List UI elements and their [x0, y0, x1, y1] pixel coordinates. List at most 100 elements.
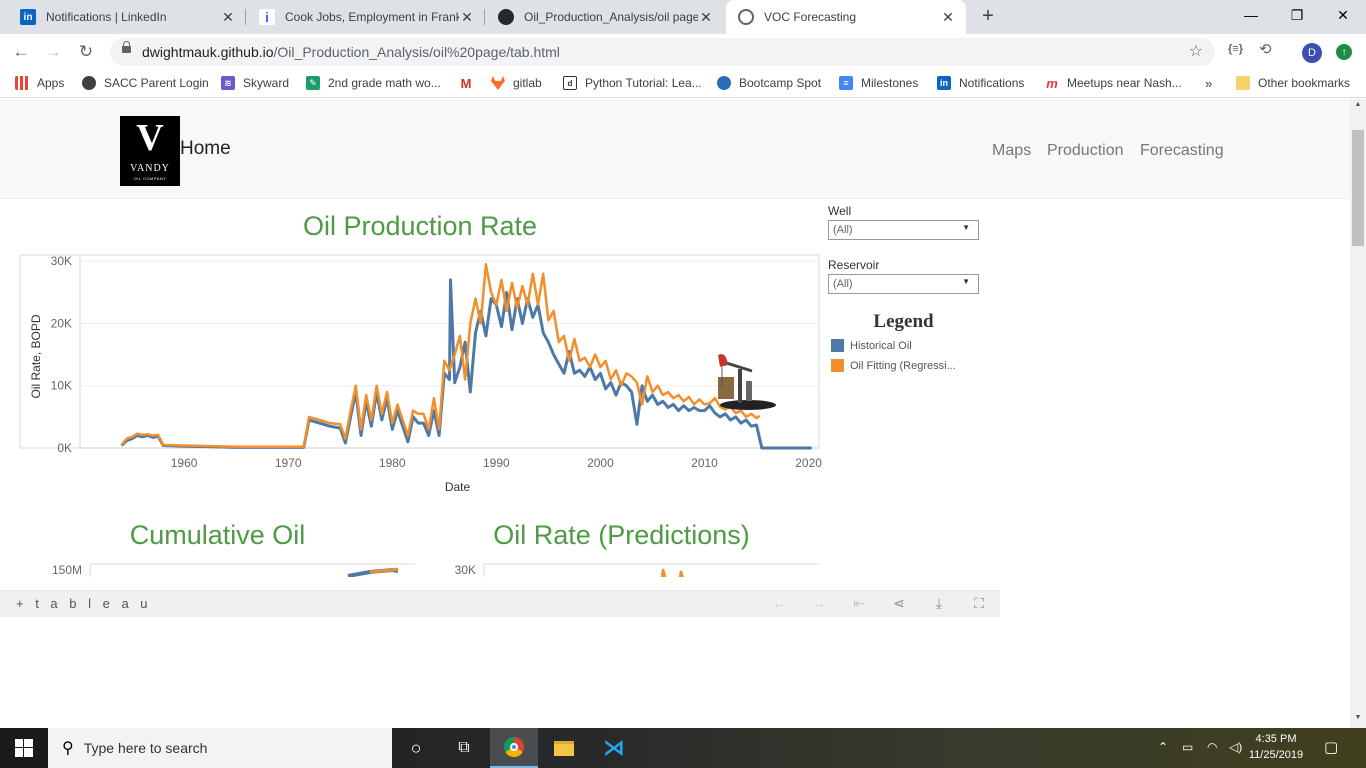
revert-button[interactable]: ⇤ — [849, 595, 869, 613]
bookmark-meetups[interactable]: m Meetups near Nash... — [1045, 75, 1182, 91]
task-view-icon[interactable]: ⧉ — [440, 728, 488, 768]
new-tab-button[interactable]: + — [976, 5, 1000, 28]
url-host: dwightmauk.github.io — [142, 44, 274, 60]
bookmark-star-icon[interactable]: ☆ — [1189, 41, 1203, 61]
well-filter-select[interactable]: (All) ▼ — [828, 220, 979, 240]
profile-avatar[interactable]: D — [1302, 43, 1322, 63]
nav-maps[interactable]: Maps — [992, 142, 1031, 160]
nav-production[interactable]: Production — [1047, 142, 1124, 160]
x-tick-label: 1960 — [171, 456, 198, 470]
scroll-down-arrow-icon[interactable]: ▼ — [1350, 714, 1366, 721]
fullscreen-icon[interactable]: ⛶ — [969, 595, 989, 613]
site-navbar: V VANDY OIL COMPANY Home Maps Production… — [0, 99, 1350, 199]
bookmark-label: Meetups near Nash... — [1067, 76, 1182, 90]
windows-taskbar: ⚲ Type here to search ○ ⧉ ⋊ ⌃ ▭ ◠ ◁) 4:3… — [0, 728, 1366, 768]
scrollbar-thumb[interactable] — [1352, 130, 1364, 246]
x-tick-label: 2010 — [691, 456, 718, 470]
page-scrollbar[interactable]: ▲ ▼ — [1350, 99, 1366, 728]
forward-button[interactable]: → — [42, 41, 64, 63]
tab-title: Oil_Production_Analysis/oil page — [524, 10, 698, 24]
bookmark-apps[interactable]: Apps — [15, 76, 64, 90]
pumpjack-image — [712, 347, 778, 413]
history-extension-icon[interactable]: ⟲ — [1259, 40, 1272, 58]
url-path: /Oil_Production_Analysis/oil%20page/tab.… — [273, 44, 560, 60]
math-worksheet-icon: ✎ — [306, 76, 320, 90]
start-button[interactable] — [0, 728, 48, 768]
skyward-icon: ≋ — [221, 76, 235, 90]
file-explorer-icon[interactable] — [540, 728, 588, 768]
bookmarks-overflow-button[interactable]: » — [1205, 76, 1212, 91]
cortana-icon[interactable]: ○ — [392, 728, 440, 768]
chart-frame — [19, 254, 820, 449]
vandy-logo[interactable]: V VANDY OIL COMPANY — [120, 116, 180, 186]
chrome-taskbar-icon[interactable] — [490, 728, 538, 768]
bookmark-sacc[interactable]: SACC Parent Login — [82, 76, 209, 90]
taskbar-clock[interactable]: 4:35 PM 11/25/2019 — [1240, 731, 1312, 763]
bookmark-python-tutorial[interactable]: d Python Tutorial: Lea... — [563, 76, 702, 90]
datacamp-icon: d — [563, 76, 577, 90]
browser-tab-indeed[interactable]: ἰ Cook Jobs, Employment in Frankl ✕ — [247, 0, 485, 34]
undo-button[interactable]: ← — [769, 595, 789, 613]
dropdown-arrow-icon: ▼ — [962, 223, 970, 232]
y-tick-label: 150M — [52, 563, 82, 577]
cumulative-oil-title: Cumulative Oil — [129, 520, 306, 550]
wifi-icon[interactable]: ◠ — [1207, 740, 1217, 754]
web-page: V VANDY OIL COMPANY Home Maps Production… — [0, 99, 1350, 728]
meetup-icon: m — [1045, 75, 1059, 91]
close-icon[interactable]: ✕ — [698, 9, 714, 26]
bookmarks-bar: Apps SACC Parent Login ≋ Skyward ✎ 2nd g… — [0, 70, 1366, 98]
update-available-icon[interactable]: ↑ — [1336, 44, 1352, 60]
oil-rate-predictions-chart[interactable]: 30K — [424, 561, 820, 577]
bookmark-bootcamp-spot[interactable]: Bootcamp Spot — [717, 76, 821, 90]
restore-button[interactable]: ❐ — [1274, 0, 1320, 30]
address-bar[interactable]: dwightmauk.github.io/Oil_Production_Anal… — [110, 38, 1215, 66]
bookmark-skyward[interactable]: ≋ Skyward — [221, 76, 289, 90]
legend-item-historical-oil[interactable]: Historical Oil — [831, 339, 912, 352]
show-hidden-icons-icon[interactable]: ⌃ — [1158, 740, 1168, 754]
x-tick-label: 1970 — [275, 456, 302, 470]
tableau-brand[interactable]: + t a b l e a u — [16, 596, 152, 611]
reservoir-filter-select[interactable]: (All) ▼ — [828, 274, 979, 294]
legend-label: Historical Oil — [850, 339, 912, 352]
browser-tab-voc-forecasting[interactable]: VOC Forecasting ✕ — [726, 0, 966, 34]
bookmark-math[interactable]: ✎ 2nd grade math wo... — [306, 76, 441, 90]
redo-button[interactable]: → — [809, 595, 829, 613]
close-icon[interactable]: ✕ — [459, 9, 475, 26]
tableau-viz: Oil Production Rate 0K 10K 20K 30K 1960 1970 1… — [0, 199, 1000, 577]
back-button[interactable]: ← — [10, 41, 32, 63]
browser-tab-linkedin[interactable]: in Notifications | LinkedIn ✕ — [8, 0, 246, 34]
browser-tab-github[interactable]: Oil_Production_Analysis/oil page ✕ — [486, 0, 724, 34]
x-axis-title: Date — [445, 480, 471, 494]
minimize-button[interactable]: — — [1228, 0, 1274, 30]
download-icon[interactable]: ⤓ — [929, 595, 949, 613]
legend-item-oil-fitting[interactable]: Oil Fitting (Regressi... — [831, 359, 956, 372]
home-link[interactable]: Home — [180, 138, 231, 160]
close-window-button[interactable]: ✕ — [1320, 0, 1366, 30]
y-axis-title: Oil Rate, BOPD — [29, 314, 43, 398]
cumulative-oil-chart[interactable]: 150M — [20, 561, 416, 577]
bookmark-milestones[interactable]: ≡ Milestones — [839, 76, 918, 90]
series-line-oil-fitting — [120, 263, 761, 449]
bookmark-gmail[interactable]: M — [459, 76, 481, 91]
bookmark-notifications[interactable]: in Notifications — [937, 76, 1024, 90]
tab-title: VOC Forecasting — [764, 10, 857, 24]
taskbar-search[interactable]: ⚲ Type here to search — [48, 728, 392, 768]
action-center-icon[interactable]: ▢ — [1324, 738, 1338, 756]
oil-production-rate-chart[interactable]: 0K 10K 20K 30K 1960 1970 1980 1990 2000 2010 2020 D… — [0, 249, 825, 499]
close-icon[interactable]: ✕ — [220, 9, 236, 26]
other-bookmarks-folder[interactable]: Other bookmarks — [1236, 76, 1350, 90]
battery-icon[interactable]: ▭ — [1182, 740, 1193, 754]
scroll-up-arrow-icon[interactable]: ▲ — [1350, 101, 1366, 108]
bookmark-gitlab[interactable]: gitlab — [491, 76, 542, 90]
linkedin-icon: in — [20, 9, 36, 25]
json-viewer-extension-icon[interactable]: {≡} — [1228, 43, 1243, 55]
y-tick-label: 10K — [51, 379, 72, 393]
bookmark-label: 2nd grade math wo... — [328, 76, 441, 90]
folder-icon — [1236, 76, 1250, 90]
close-icon[interactable]: ✕ — [940, 9, 956, 26]
nav-forecasting[interactable]: Forecasting — [1140, 142, 1224, 160]
vscode-icon[interactable]: ⋊ — [590, 728, 638, 768]
legend-swatch — [831, 359, 844, 372]
reload-button[interactable]: ↻ — [75, 41, 97, 63]
share-icon[interactable]: ⋖ — [889, 595, 909, 613]
